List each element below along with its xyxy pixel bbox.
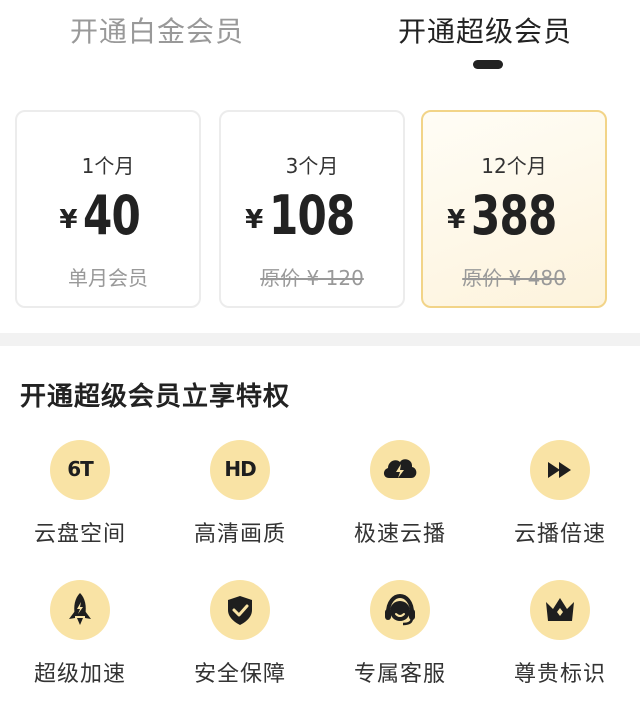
feature-label: 安全保障: [193, 662, 286, 687]
shield-check-icon: [210, 580, 270, 640]
price-amount: 108: [269, 184, 355, 247]
feature-security[interactable]: 安全保障: [160, 580, 320, 700]
plan-price: ¥40: [17, 184, 199, 247]
hd-icon: HD: [210, 440, 270, 500]
feature-label: 云盘空间: [33, 522, 126, 547]
feature-hd-quality[interactable]: HD 高清画质: [160, 440, 320, 560]
feature-playback-speed[interactable]: 云播倍速: [480, 440, 640, 560]
price-amount: 388: [471, 184, 557, 247]
feature-super-acceleration[interactable]: 超级加速: [0, 580, 160, 700]
feature-label: 高清画质: [193, 522, 286, 547]
rocket-icon: [50, 580, 110, 640]
plan-card-3-months[interactable]: 3个月 ¥108 原价 ¥ 120: [219, 110, 405, 308]
original-price: 原价 ¥ 120: [260, 266, 364, 290]
plan-duration: 1个月: [81, 154, 135, 178]
membership-tabs: 开通白金会员 开通超级会员: [0, 0, 640, 84]
badge-text: HD: [224, 457, 256, 481]
feature-label: 极速云播: [353, 522, 446, 547]
feature-exclusive-support[interactable]: 专属客服: [320, 580, 480, 700]
plan-price: ¥108: [221, 184, 403, 247]
feature-fast-cloud-play[interactable]: 极速云播: [320, 440, 480, 560]
plan-duration: 3个月: [285, 154, 339, 178]
currency-symbol: ¥: [59, 205, 78, 235]
badge-text: 6T: [67, 457, 94, 481]
storage-6t-icon: 6T: [50, 440, 110, 500]
cloud-lightning-icon: [370, 440, 430, 500]
plan-duration: 12个月: [481, 154, 547, 178]
original-price: 原价 ¥ 480: [462, 266, 566, 290]
feature-label: 尊贵标识: [513, 662, 606, 687]
feature-label: 云播倍速: [513, 522, 606, 547]
price-amount: 40: [83, 184, 141, 247]
plan-note: 单月会员: [68, 266, 148, 290]
plan-price: ¥388: [423, 184, 605, 247]
currency-symbol: ¥: [447, 205, 466, 235]
feature-label: 超级加速: [33, 662, 126, 687]
active-tab-indicator: [473, 60, 503, 69]
feature-label: 专属客服: [353, 662, 446, 687]
tab-super-membership[interactable]: 开通超级会员: [398, 10, 572, 50]
feature-premium-badge[interactable]: 尊贵标识: [480, 580, 640, 700]
tab-platinum-membership[interactable]: 开通白金会员: [70, 10, 244, 50]
plan-options: 1个月 ¥40 单月会员 3个月 ¥108 原价 ¥ 120 12个月 ¥388…: [0, 108, 640, 313]
currency-symbol: ¥: [245, 205, 264, 235]
fast-forward-icon: [530, 440, 590, 500]
plan-card-1-month[interactable]: 1个月 ¥40 单月会员: [15, 110, 201, 308]
feature-cloud-storage[interactable]: 6T 云盘空间: [0, 440, 160, 560]
headset-icon: [370, 580, 430, 640]
crown-icon: [530, 580, 590, 640]
privileges-title: 开通超级会员立享特权: [20, 382, 291, 412]
section-divider: [0, 333, 640, 346]
plan-card-12-months-selected[interactable]: 12个月 ¥388 原价 ¥ 480: [421, 110, 607, 308]
